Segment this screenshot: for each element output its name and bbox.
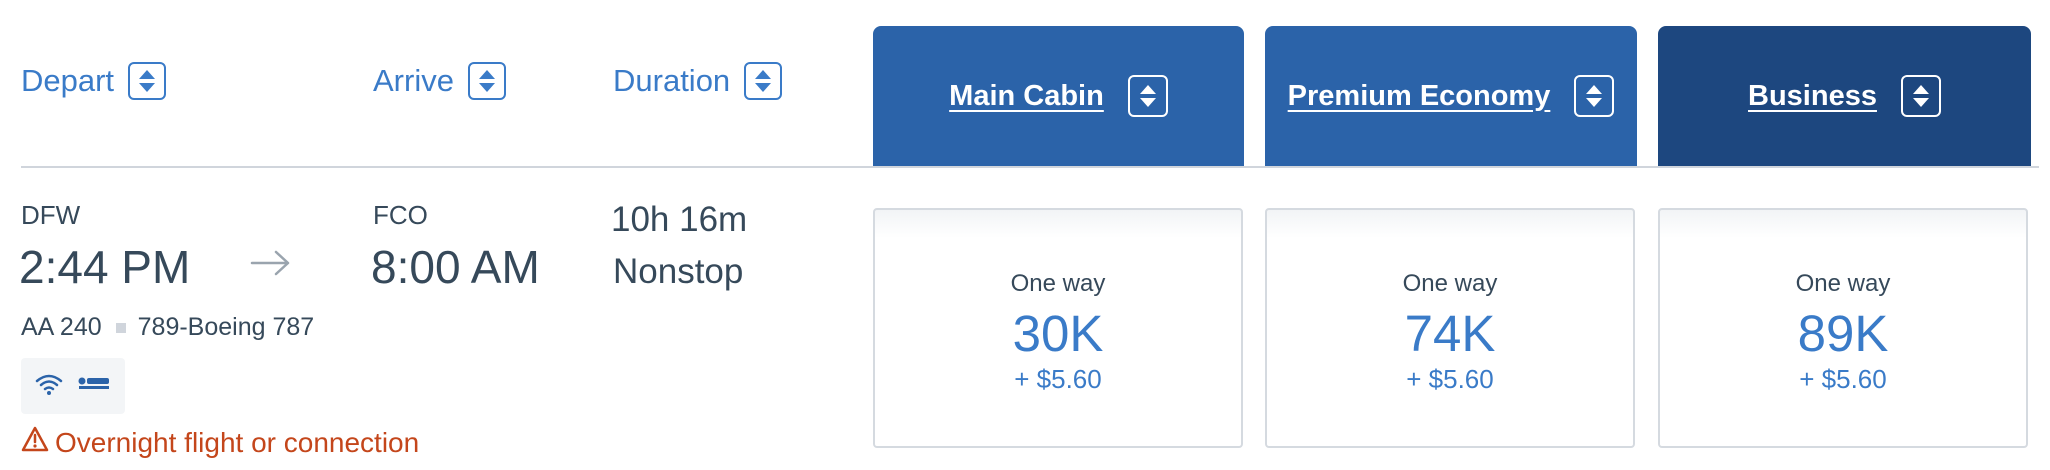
sort-arrows-icon xyxy=(744,62,783,100)
lie-flat-seat-icon xyxy=(77,375,111,398)
fare-card-premium-economy[interactable]: One way 74K + $5.60 xyxy=(1265,208,1635,448)
sort-depart[interactable]: Depart xyxy=(21,62,167,100)
warning-text: Overnight flight or connection xyxy=(55,426,420,458)
warning-icon xyxy=(21,426,49,459)
header-divider xyxy=(21,166,2039,168)
separator-square xyxy=(115,322,126,333)
amenities-bar[interactable] xyxy=(21,358,125,414)
sort-arrows-icon xyxy=(1900,75,1941,117)
fare-taxes: + $5.60 xyxy=(1406,364,1494,394)
fare-taxes: + $5.60 xyxy=(1799,364,1887,394)
fare-type-label: One way xyxy=(1795,270,1891,297)
flight-number-link[interactable]: AA 240 xyxy=(21,313,102,342)
tab-business-label: Business xyxy=(1748,79,1877,112)
aircraft-type: 789-Boeing 787 xyxy=(137,313,315,341)
sort-arrows-icon xyxy=(128,62,167,100)
tab-premium-economy-label: Premium Economy xyxy=(1287,79,1551,112)
sort-arrive[interactable]: Arrive xyxy=(373,62,506,100)
stops-info: Nonstop xyxy=(613,252,744,291)
fare-card-business[interactable]: One way 89K + $5.60 xyxy=(1658,208,2028,448)
sort-duration-label: Duration xyxy=(613,63,731,98)
destination-airport: FCO xyxy=(373,200,428,230)
flight-duration: 10h 16m xyxy=(611,200,748,239)
wifi-icon xyxy=(35,373,63,400)
sort-arrows-icon xyxy=(1127,75,1168,117)
sort-duration[interactable]: Duration xyxy=(613,62,783,100)
tab-premium-economy[interactable]: Premium Economy xyxy=(1265,26,1637,166)
sort-arrows-icon xyxy=(467,62,506,100)
tab-main-cabin[interactable]: Main Cabin xyxy=(873,26,1244,166)
fare-miles: 89K xyxy=(1797,305,1889,362)
fare-taxes: + $5.60 xyxy=(1014,364,1102,394)
tab-main-cabin-label: Main Cabin xyxy=(949,79,1104,112)
sort-depart-label: Depart xyxy=(21,63,115,98)
tab-business[interactable]: Business xyxy=(1658,26,2031,166)
flight-info: AA 240 789-Boeing 787 xyxy=(21,313,314,342)
sort-arrows-icon xyxy=(1574,75,1615,117)
origin-airport: DFW xyxy=(21,200,81,230)
fare-card-main-cabin[interactable]: One way 30K + $5.60 xyxy=(873,208,1243,448)
overnight-warning: Overnight flight or connection xyxy=(21,426,419,459)
sort-arrive-label: Arrive xyxy=(373,63,454,98)
fare-miles: 30K xyxy=(1012,305,1104,362)
arrow-right-icon xyxy=(250,248,292,283)
depart-time: 2:44 PM xyxy=(19,241,191,293)
arrive-time: 8:00 AM xyxy=(371,241,540,293)
fare-miles: 74K xyxy=(1404,305,1496,362)
fare-type-label: One way xyxy=(1010,270,1106,297)
fare-type-label: One way xyxy=(1402,270,1498,297)
